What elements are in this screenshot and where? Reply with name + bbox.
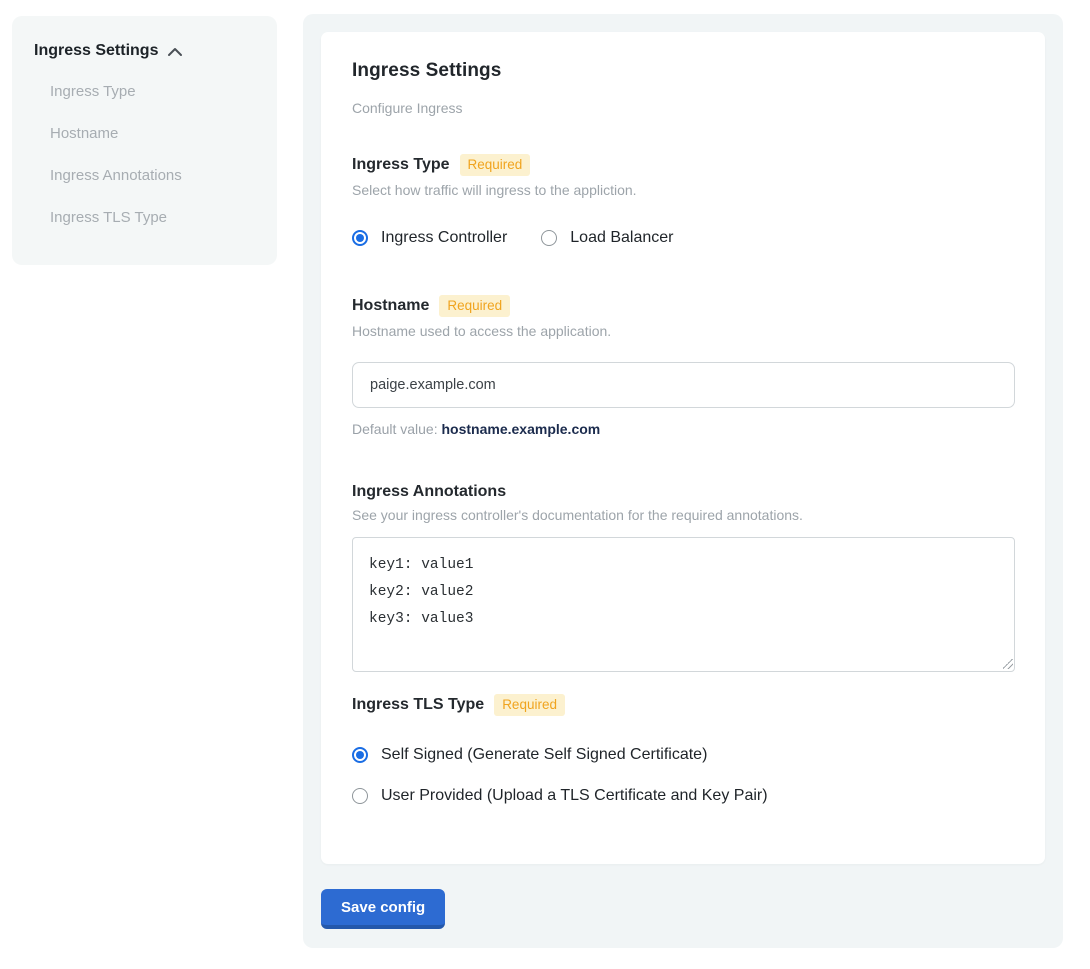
field-ingress-annotations: Ingress Annotations See your ingress con… bbox=[352, 483, 1014, 672]
ingress-type-description: Select how traffic will ingress to the a… bbox=[352, 182, 1014, 198]
resize-handle-icon[interactable] bbox=[1003, 659, 1013, 669]
ingress-annotations-textarea[interactable]: key1: value1 key2: value2 key3: value3 bbox=[352, 537, 1015, 672]
ingress-settings-card: Ingress Settings Configure Ingress Ingre… bbox=[321, 32, 1045, 864]
sidebar-item-ingress-type[interactable]: Ingress Type bbox=[50, 83, 255, 101]
ingress-tls-type-label: Ingress TLS Type bbox=[352, 696, 484, 714]
field-ingress-type: Ingress Type Required Select how traffic… bbox=[352, 154, 1014, 247]
field-ingress-tls-type: Ingress TLS Type Required Self Signed (G… bbox=[352, 694, 1014, 805]
chevron-up-icon bbox=[167, 47, 183, 57]
sidebar-header-ingress-settings[interactable]: Ingress Settings bbox=[34, 42, 255, 60]
hostname-label: Hostname bbox=[352, 297, 429, 315]
hostname-description: Hostname used to access the application. bbox=[352, 323, 1014, 339]
sidebar-item-ingress-tls-type[interactable]: Ingress TLS Type bbox=[50, 209, 255, 227]
field-hostname: Hostname Required Hostname used to acces… bbox=[352, 295, 1014, 437]
radio-unselected-icon[interactable] bbox=[352, 788, 368, 804]
radio-label: User Provided (Upload a TLS Certificate … bbox=[381, 787, 768, 805]
sidebar-item-list: Ingress Type Hostname Ingress Annotation… bbox=[34, 83, 255, 227]
radio-label: Load Balancer bbox=[570, 229, 673, 247]
ingress-type-radio-group: Ingress Controller Load Balancer bbox=[352, 229, 1014, 247]
required-badge: Required bbox=[439, 295, 510, 317]
radio-label: Self Signed (Generate Self Signed Certif… bbox=[381, 746, 707, 764]
ingress-tls-radio-group: Self Signed (Generate Self Signed Certif… bbox=[352, 746, 1014, 805]
default-value-prefix: Default value: bbox=[352, 421, 442, 437]
required-badge: Required bbox=[460, 154, 531, 176]
hostname-input[interactable] bbox=[352, 362, 1015, 408]
radio-selected-icon[interactable] bbox=[352, 230, 368, 246]
main-panel: Ingress Settings Configure Ingress Ingre… bbox=[303, 14, 1063, 948]
radio-label: Ingress Controller bbox=[381, 229, 507, 247]
radio-unselected-icon[interactable] bbox=[541, 230, 557, 246]
required-badge: Required bbox=[494, 694, 565, 716]
hostname-default-note: Default value: hostname.example.com bbox=[352, 421, 1014, 437]
radio-option-ingress-controller[interactable]: Ingress Controller bbox=[352, 229, 507, 247]
radio-option-user-provided[interactable]: User Provided (Upload a TLS Certificate … bbox=[352, 787, 1014, 805]
page-title: Ingress Settings bbox=[352, 60, 1014, 82]
save-config-button[interactable]: Save config bbox=[321, 889, 445, 929]
sidebar-header-label: Ingress Settings bbox=[34, 42, 158, 60]
default-value: hostname.example.com bbox=[442, 421, 601, 437]
page-subtitle: Configure Ingress bbox=[352, 100, 1014, 116]
sidebar: Ingress Settings Ingress Type Hostname I… bbox=[12, 16, 277, 265]
ingress-type-label: Ingress Type bbox=[352, 156, 450, 174]
sidebar-item-ingress-annotations[interactable]: Ingress Annotations bbox=[50, 167, 255, 185]
radio-option-self-signed[interactable]: Self Signed (Generate Self Signed Certif… bbox=[352, 746, 1014, 764]
ingress-annotations-label: Ingress Annotations bbox=[352, 483, 506, 501]
radio-option-load-balancer[interactable]: Load Balancer bbox=[541, 229, 673, 247]
sidebar-item-hostname[interactable]: Hostname bbox=[50, 125, 255, 143]
ingress-annotations-description: See your ingress controller's documentat… bbox=[352, 507, 1014, 523]
radio-selected-icon[interactable] bbox=[352, 747, 368, 763]
